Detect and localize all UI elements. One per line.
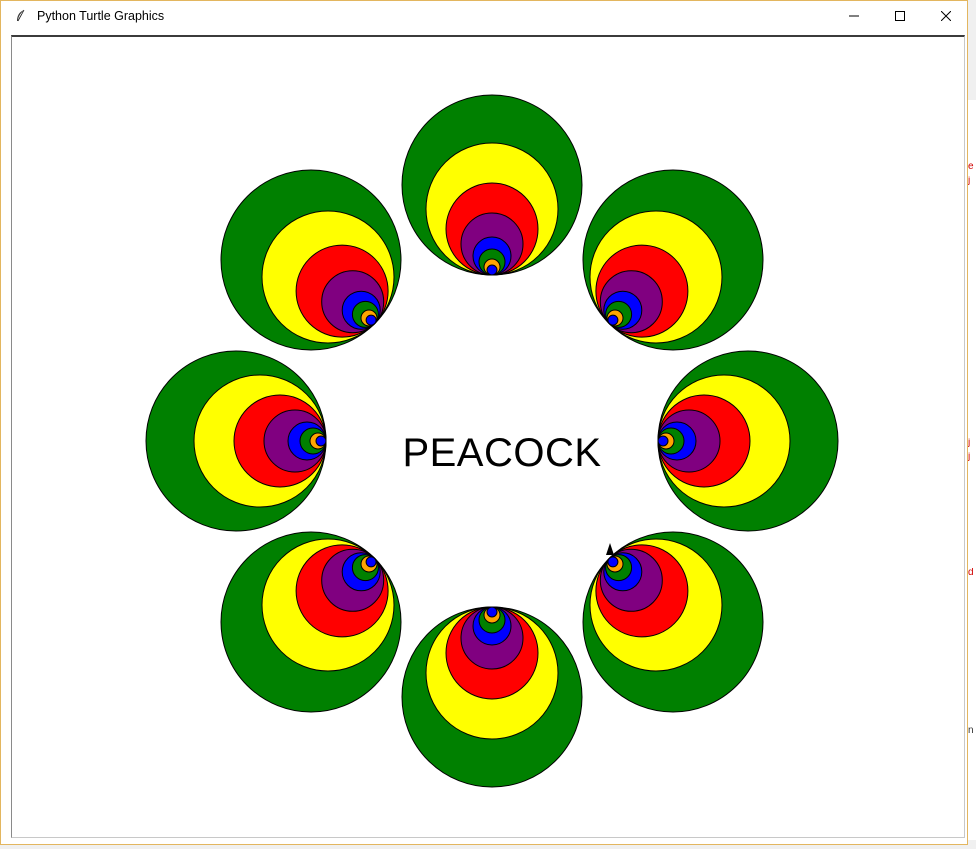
turtle-canvas[interactable]: PEACOCK xyxy=(11,35,965,838)
window-title: Python Turtle Graphics xyxy=(37,9,165,23)
peacock-feather xyxy=(657,350,839,532)
feather-ring xyxy=(365,556,377,568)
feather-ring xyxy=(486,606,498,618)
peacock-feather xyxy=(401,94,583,276)
feather-ring xyxy=(315,435,327,447)
close-button[interactable] xyxy=(923,1,969,31)
peacock-feather xyxy=(220,169,402,351)
feather-ring xyxy=(365,314,377,326)
minimize-icon xyxy=(849,11,859,21)
peacock-feather xyxy=(220,531,402,713)
maximize-icon xyxy=(895,11,905,21)
title-bar[interactable]: Python Turtle Graphics xyxy=(1,1,967,31)
peacock-feather xyxy=(401,606,583,788)
feather-ring xyxy=(607,314,619,326)
peacock-feather xyxy=(145,350,327,532)
turtle-graphics-window: Python Turtle Graphics PEACOCK xyxy=(0,0,968,845)
feather-ring xyxy=(607,556,619,568)
feather-ring xyxy=(486,264,498,276)
peacock-text: PEACOCK xyxy=(402,431,602,475)
minimize-button[interactable] xyxy=(831,1,877,31)
peacock-feather xyxy=(582,169,764,351)
peacock-feather xyxy=(582,531,764,713)
turtle-cursor-icon xyxy=(606,543,614,555)
close-icon xyxy=(941,11,951,21)
feather-ring xyxy=(657,435,669,447)
maximize-button[interactable] xyxy=(877,1,923,31)
feather-icon xyxy=(13,8,29,24)
